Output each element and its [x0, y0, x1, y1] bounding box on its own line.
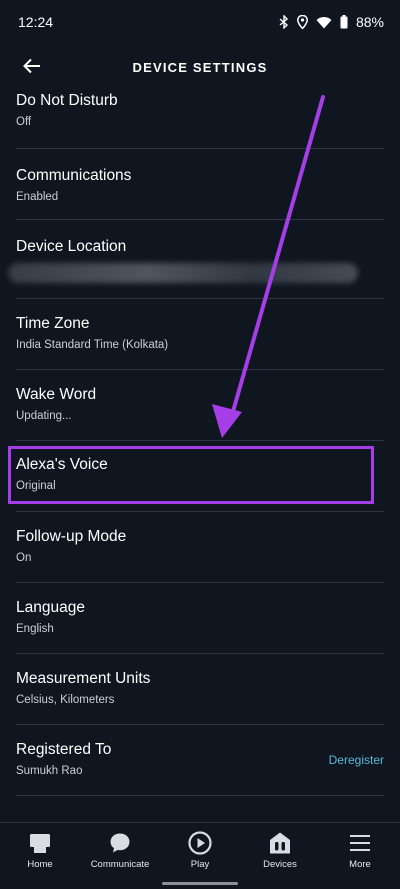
battery-level: 88% [355, 14, 384, 30]
nav-label: Play [190, 859, 210, 870]
status-icons: 88% [279, 14, 384, 30]
redacted-location [8, 263, 358, 283]
setting-follow-up-mode[interactable]: Follow-up Mode On [16, 512, 384, 583]
setting-measurement-units[interactable]: Measurement Units Celsius, Kilometers [16, 654, 384, 725]
deregister-link[interactable]: Deregister [329, 753, 384, 767]
setting-title: Communications [16, 167, 132, 184]
status-bar: 12:24 88% [0, 0, 400, 44]
setting-communications[interactable]: Communications Enabled [16, 149, 384, 220]
nav-play[interactable]: Play [160, 823, 240, 889]
menu-icon [347, 831, 373, 855]
chat-bubble-icon [107, 831, 133, 855]
setting-registered-to[interactable]: Registered To Sumukh Rao Deregister [16, 725, 384, 796]
nav-home[interactable]: Home [0, 823, 80, 889]
home-icon [27, 831, 53, 855]
play-icon [187, 831, 213, 855]
home-indicator [162, 882, 238, 885]
app-header: DEVICE SETTINGS [0, 44, 400, 92]
setting-title: Registered To [16, 741, 112, 758]
battery-icon [340, 15, 348, 29]
nav-devices[interactable]: Devices [240, 823, 320, 889]
setting-value: Off [16, 116, 32, 128]
setting-title: Follow-up Mode [16, 528, 127, 545]
setting-title: Time Zone [16, 315, 90, 332]
nav-label: Home [27, 859, 53, 870]
status-time: 12:24 [18, 14, 54, 30]
setting-wake-word[interactable]: Wake Word Updating... [16, 370, 384, 441]
setting-title: Wake Word [16, 386, 97, 403]
setting-value: On [16, 552, 32, 564]
setting-value: Celsius, Kilometers [16, 694, 115, 706]
bottom-nav: Home Communicate Play Devices More [0, 822, 400, 889]
nav-label: Communicate [90, 859, 150, 870]
wifi-icon [316, 16, 332, 29]
setting-value: Enabled [16, 191, 59, 203]
nav-label: Devices [263, 859, 297, 870]
setting-language[interactable]: Language English [16, 583, 384, 654]
setting-title: Language [16, 599, 85, 616]
setting-title: Device Location [16, 238, 127, 255]
setting-value: English [16, 623, 54, 635]
bluetooth-icon [279, 15, 289, 29]
setting-time-zone[interactable]: Time Zone India Standard Time (Kolkata) [16, 299, 384, 370]
page-title: DEVICE SETTINGS [132, 60, 268, 75]
location-icon [297, 15, 308, 29]
annotation-highlight-box [8, 446, 374, 504]
settings-list: Do Not Disturb Off Communications Enable… [0, 92, 400, 796]
setting-value: India Standard Time (Kolkata) [16, 339, 169, 351]
setting-value: Sumukh Rao [16, 765, 83, 777]
devices-icon [267, 831, 293, 855]
setting-title: Measurement Units [16, 670, 151, 687]
setting-device-location[interactable]: Device Location [8, 220, 384, 299]
nav-label: More [349, 859, 371, 870]
setting-do-not-disturb[interactable]: Do Not Disturb Off [16, 92, 384, 149]
nav-more[interactable]: More [320, 823, 400, 889]
nav-communicate[interactable]: Communicate [80, 823, 160, 889]
setting-value: Updating... [16, 410, 72, 422]
setting-title: Do Not Disturb [16, 92, 118, 109]
